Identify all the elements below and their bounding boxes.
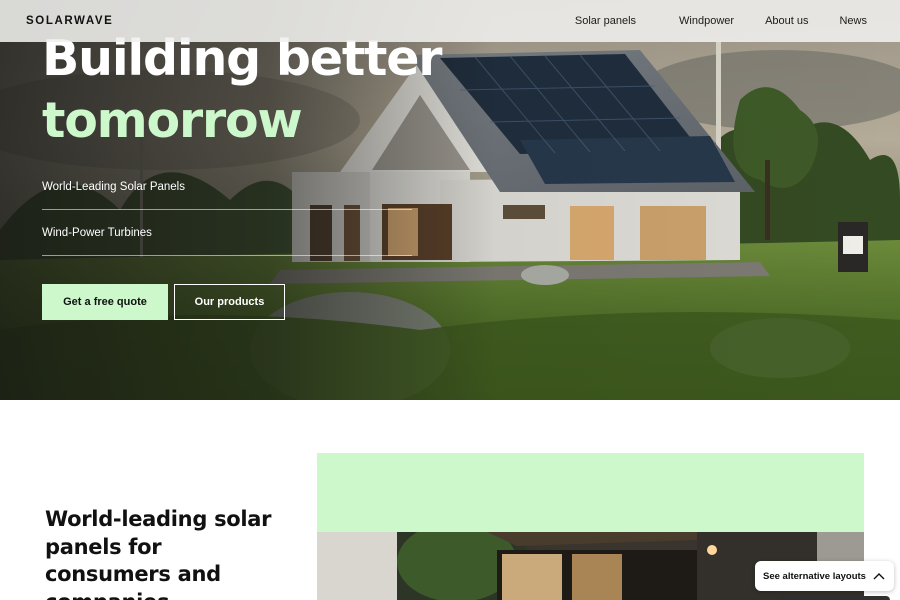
see-alternative-layouts-button[interactable]: See alternative layouts [755,561,894,591]
main-nav: Solar panels Windpower About us News [575,15,874,27]
feature-item-solar[interactable]: World-Leading Solar Panels [42,164,412,210]
top-navigation-bar: SOLARWAVE Solar panels Windpower About u… [0,0,900,42]
hero-headline: Building better tomorrow [42,28,442,152]
nav-link-news[interactable]: News [839,15,867,27]
nav-link-solar-panels[interactable]: Solar panels [575,15,636,27]
hero-cta-group: Get a free quote Our products [42,284,285,320]
layouts-label: See alternative layouts [763,570,866,582]
chevron-up-icon [872,569,886,583]
bottom-tab-strip [778,596,890,600]
our-products-button[interactable]: Our products [174,284,285,320]
section-title: World-leading solar panels for consumers… [45,507,272,600]
get-free-quote-button[interactable]: Get a free quote [42,284,168,320]
headline-line-2: tomorrow [42,92,303,149]
promo-accent-block [317,453,864,532]
feature-item-wind[interactable]: Wind-Power Turbines [42,210,412,256]
nav-link-windpower[interactable]: Windpower [679,15,734,27]
brand-logo[interactable]: SOLARWAVE [26,15,113,27]
nav-link-about-us[interactable]: About us [765,15,808,27]
hero-feature-list: World-Leading Solar Panels Wind-Power Tu… [42,164,412,256]
